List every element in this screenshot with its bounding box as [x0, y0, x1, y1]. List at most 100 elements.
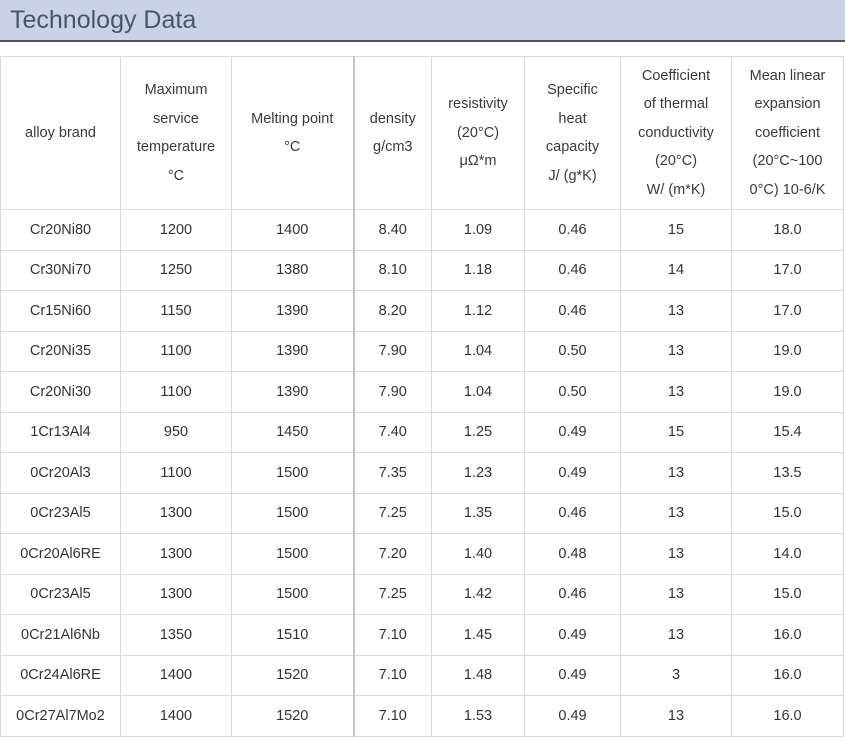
table-cell: 13 [620, 614, 732, 656]
table-row: 0Cr23Al5 1300 1500 7.25 1.42 0.46 13 15.0 [0, 573, 844, 615]
table-cell: 1500 [231, 452, 355, 494]
table-cell: 1350 [120, 614, 232, 656]
table-cell: 1500 [231, 533, 355, 575]
header-line: resistivity [448, 96, 508, 113]
table-cell: 1100 [120, 371, 232, 413]
table-cell: 0.49 [524, 695, 621, 737]
table-cell: 0.49 [524, 654, 621, 696]
alloy-brand-cell: Cr30Ni70 [0, 249, 121, 291]
table-cell: 1520 [231, 695, 355, 737]
header-line: J/ (g*K) [548, 167, 597, 184]
table-cell: 14.0 [731, 533, 844, 575]
header-line: coefficient [754, 124, 821, 141]
alloy-brand-cell: 0Cr20Al6RE [0, 533, 121, 575]
table-cell: 1250 [120, 249, 232, 291]
table-cell: 1400 [120, 695, 232, 737]
table-cell: 1380 [231, 249, 355, 291]
header-line: heat [558, 110, 587, 127]
table-cell: 7.90 [353, 330, 432, 372]
header-line: (20°C) [654, 153, 698, 170]
table-cell: 19.0 [731, 371, 844, 413]
header-line: Specific [547, 82, 598, 98]
header-resistivity: resistivity (20°C) μΩ*m [431, 56, 525, 210]
table-cell: 0.50 [524, 330, 621, 372]
table-cell: 15 [620, 411, 732, 453]
header-melting-point: Melting point °C [231, 56, 355, 210]
header-line: °C [284, 139, 301, 155]
table-cell: 0.46 [524, 249, 621, 291]
header-line: °C [167, 167, 185, 184]
table-row: Cr15Ni60 1150 1390 8.20 1.12 0.46 13 17.0 [0, 290, 844, 332]
table-cell: 0.46 [524, 209, 621, 251]
table-cell: 1300 [120, 573, 232, 615]
alloy-brand-cell: Cr20Ni30 [0, 371, 121, 413]
header-line: W/ (m*K) [646, 181, 706, 198]
header-density: density g/cm3 [353, 56, 432, 210]
table-cell: 7.40 [353, 411, 432, 453]
table-cell: 3 [620, 654, 732, 696]
table-cell: 0.49 [524, 452, 621, 494]
table-cell: 13.5 [731, 452, 844, 494]
table-cell: 1.04 [431, 371, 525, 413]
header-line: g/cm3 [373, 139, 413, 155]
table-cell: 1150 [120, 290, 232, 332]
table-cell: 17.0 [731, 290, 844, 332]
title-bar: Technology Data [0, 0, 845, 42]
header-line: (20°C~100 [752, 153, 823, 170]
table-row: 1Cr13Al4 950 1450 7.40 1.25 0.49 15 15.4 [0, 411, 844, 453]
table-cell: 7.10 [353, 614, 432, 656]
table-cell: 8.40 [353, 209, 432, 251]
table-cell: 0.46 [524, 573, 621, 615]
table-cell: 0.46 [524, 492, 621, 534]
table-cell: 14 [620, 249, 732, 291]
alloy-brand-cell: 0Cr24Al6RE [0, 654, 121, 696]
table-cell: 1300 [120, 533, 232, 575]
header-line: 0°C) 10-6/K [749, 181, 826, 198]
table-cell: 1450 [231, 411, 355, 453]
table-row: Cr20Ni30 1100 1390 7.90 1.04 0.50 13 19.0 [0, 371, 844, 413]
table-cell: 1.45 [431, 614, 525, 656]
header-line: (20°C) [456, 124, 500, 141]
table-cell: 7.10 [353, 654, 432, 696]
table-cell: 16.0 [731, 695, 844, 737]
header-line: of thermal [643, 96, 709, 113]
table-cell: 7.10 [353, 695, 432, 737]
header-line: temperature [136, 139, 216, 155]
table-cell: 1510 [231, 614, 355, 656]
table-cell: 1.53 [431, 695, 525, 737]
header-line: Maximum [144, 82, 208, 98]
table-cell: 1.42 [431, 573, 525, 615]
header-max-service-temperature: Maximum service temperature °C [120, 56, 232, 210]
table-cell: 0.48 [524, 533, 621, 575]
table-cell: 8.20 [353, 290, 432, 332]
table-cell: 7.25 [353, 492, 432, 534]
table-row: 0Cr27Al7Mo2 1400 1520 7.10 1.53 0.49 13 16.0 [0, 695, 844, 737]
table-cell: 1520 [231, 654, 355, 696]
header-line: μΩ*m [459, 153, 497, 170]
table-cell: 1390 [231, 290, 355, 332]
table-cell: 0.46 [524, 290, 621, 332]
table-cell: 19.0 [731, 330, 844, 372]
table-cell: 13 [620, 371, 732, 413]
table-row: 0Cr23Al5 1300 1500 7.25 1.35 0.46 13 15.0 [0, 492, 844, 534]
table-cell: 13 [620, 290, 732, 332]
table-cell: 1.18 [431, 249, 525, 291]
table-cell: 0.49 [524, 614, 621, 656]
table-cell: 1390 [231, 371, 355, 413]
table-cell: 1400 [231, 209, 355, 251]
header-line: expansion [754, 96, 821, 113]
alloy-brand-cell: Cr15Ni60 [0, 290, 121, 332]
table-cell: 13 [620, 330, 732, 372]
header-line: density [369, 110, 416, 127]
header-line: Melting point [251, 110, 334, 127]
table-cell: 16.0 [731, 614, 844, 656]
table-cell: 1.40 [431, 533, 525, 575]
table-cell: 1400 [120, 654, 232, 696]
table-cell: 950 [120, 411, 232, 453]
table-cell: 0.50 [524, 371, 621, 413]
table-cell: 1390 [231, 330, 355, 372]
table-row: 0Cr20Al3 1100 1500 7.35 1.23 0.49 13 13.5 [0, 452, 844, 494]
table-row: Cr20Ni35 1100 1390 7.90 1.04 0.50 13 19.0 [0, 330, 844, 372]
table-cell: 1.23 [431, 452, 525, 494]
table-cell: 1.35 [431, 492, 525, 534]
